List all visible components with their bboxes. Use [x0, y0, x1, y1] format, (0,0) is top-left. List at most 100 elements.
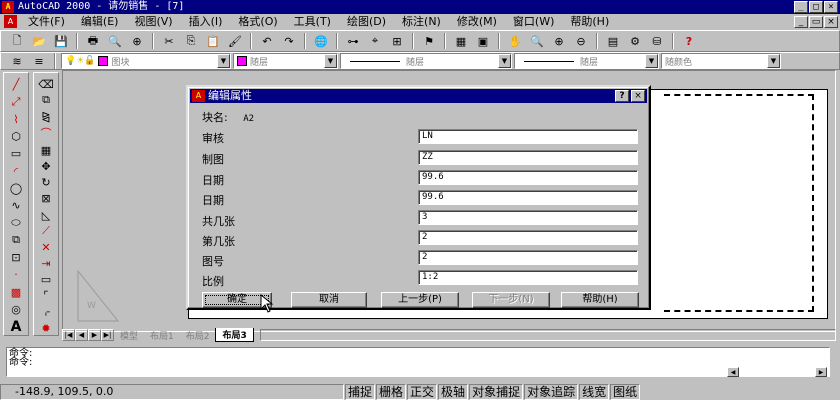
- mirror-icon[interactable]: ⧎: [35, 109, 57, 123]
- zoom-window-icon[interactable]: ⊕: [549, 32, 569, 50]
- insert-hyperlink-icon[interactable]: ⊶: [343, 32, 363, 50]
- named-views-icon[interactable]: ⚑: [419, 32, 439, 50]
- open-icon[interactable]: 📂: [29, 32, 49, 50]
- plotstyle-dropdown-icon[interactable]: ▼: [767, 54, 780, 68]
- menu-modify[interactable]: 修改(M): [449, 14, 505, 30]
- menu-view[interactable]: 视图(V): [126, 14, 180, 30]
- new-icon[interactable]: 🗋: [7, 32, 27, 50]
- lengthen-icon[interactable]: ⟋: [35, 224, 57, 238]
- command-window[interactable]: 命令: 命令: ◀ ▶: [6, 347, 830, 377]
- stretch-icon[interactable]: ◺: [35, 208, 57, 222]
- polar-toggle[interactable]: 极轴: [438, 384, 469, 400]
- explode-icon[interactable]: ✹: [35, 321, 57, 335]
- layers-icon[interactable]: ≋: [7, 52, 27, 70]
- osnap-toggle[interactable]: 对象捕捉: [469, 384, 524, 400]
- maximize-button[interactable]: □: [809, 1, 823, 13]
- scale-icon[interactable]: ⊠: [35, 192, 57, 206]
- help-button[interactable]: 帮助(H): [561, 292, 639, 308]
- menu-insert[interactable]: 插入(I): [181, 14, 231, 30]
- array-icon[interactable]: ▦: [35, 143, 57, 157]
- linetype-dropdown-icon[interactable]: ▼: [498, 54, 511, 68]
- make-current-icon[interactable]: ≡: [29, 52, 49, 70]
- make-block-icon[interactable]: ⊡: [5, 250, 27, 265]
- attr-input-3[interactable]: 99.6: [418, 170, 638, 185]
- layer-dropdown-icon[interactable]: ▼: [217, 54, 230, 68]
- doc-restore-button[interactable]: ▭: [809, 16, 823, 28]
- viewports-icon[interactable]: ▣: [473, 32, 493, 50]
- rectangle-icon[interactable]: ▭: [5, 146, 27, 161]
- doc-minimize-button[interactable]: _: [794, 16, 808, 28]
- command-scrollbar[interactable]: ◀ ▶: [727, 367, 827, 377]
- hatch-icon[interactable]: ▩: [5, 284, 27, 299]
- 3d-views-icon[interactable]: ▦: [451, 32, 471, 50]
- dbconnect-icon[interactable]: ⛁: [647, 32, 667, 50]
- fillet-icon[interactable]: ⌌: [35, 305, 57, 319]
- rotate-icon[interactable]: ↻: [35, 176, 57, 190]
- zoom-previous-icon[interactable]: ⊖: [571, 32, 591, 50]
- web-icon[interactable]: 🌐: [311, 32, 331, 50]
- design-center-icon[interactable]: ⚙: [625, 32, 645, 50]
- pan-icon[interactable]: ✋: [505, 32, 525, 50]
- attr-input-2[interactable]: ZZ: [418, 150, 638, 165]
- tab-prev-icon[interactable]: ◀: [75, 329, 88, 341]
- dialog-close-button[interactable]: ×: [631, 90, 645, 102]
- menu-draw[interactable]: 绘图(D): [339, 14, 394, 30]
- linetype-combo[interactable]: 随层 ▼: [340, 53, 512, 69]
- tab-layout1[interactable]: 布局1: [144, 329, 180, 342]
- copy-object-icon[interactable]: ⧉: [35, 93, 57, 107]
- tab-layout2[interactable]: 布局2: [180, 329, 216, 342]
- layer-combo[interactable]: 💡☀🔓 图块 ▼: [61, 53, 231, 69]
- menu-file[interactable]: 文件(F): [20, 14, 73, 30]
- menu-tools[interactable]: 工具(T): [286, 14, 339, 30]
- document-icon[interactable]: A: [4, 15, 17, 28]
- construction-line-icon[interactable]: ⤢: [5, 94, 27, 109]
- otrack-toggle[interactable]: 对象追踪: [524, 384, 579, 400]
- line-icon[interactable]: ╱: [5, 77, 27, 92]
- minimize-button[interactable]: _: [794, 1, 808, 13]
- previous-button[interactable]: 上一步(P): [381, 292, 459, 308]
- dialog-help-button[interactable]: ?: [615, 90, 629, 102]
- offset-icon[interactable]: ⌒: [35, 125, 57, 141]
- save-icon[interactable]: 💾: [51, 32, 71, 50]
- break-icon[interactable]: ▭: [35, 273, 57, 287]
- print-preview-icon[interactable]: 🔍: [105, 32, 125, 50]
- doc-close-button[interactable]: ×: [824, 16, 838, 28]
- color-combo[interactable]: 随层 ▼: [233, 53, 338, 69]
- ortho-toggle[interactable]: 正交: [407, 384, 438, 400]
- snap-toggle[interactable]: 捕捉: [345, 384, 376, 400]
- attr-input-4[interactable]: 99.6: [418, 190, 638, 205]
- cancel-button[interactable]: 取消: [291, 292, 367, 308]
- menu-dimension[interactable]: 标注(N): [394, 14, 449, 30]
- insert-block-icon[interactable]: ⧉: [5, 233, 27, 248]
- lineweight-combo[interactable]: 随层 ▼: [514, 53, 659, 69]
- tab-layout3[interactable]: 布局3: [215, 328, 254, 342]
- print-icon[interactable]: 🖶: [83, 32, 103, 50]
- attr-input-8[interactable]: 1:2: [418, 270, 638, 285]
- multiline-text-icon[interactable]: A: [5, 319, 27, 335]
- tab-model[interactable]: 模型: [114, 329, 144, 342]
- lineweight-toggle[interactable]: 线宽: [579, 384, 610, 400]
- next-button[interactable]: 下一步(N): [472, 292, 550, 308]
- polyline-icon[interactable]: ⌇: [5, 112, 27, 127]
- trim-icon[interactable]: ✕: [35, 240, 57, 254]
- undo-icon[interactable]: ↶: [257, 32, 277, 50]
- scroll-left-icon[interactable]: ◀: [727, 367, 739, 377]
- zoom-realtime-icon[interactable]: 🔍: [527, 32, 547, 50]
- chamfer-icon[interactable]: ⌜: [35, 289, 57, 303]
- menu-help[interactable]: 帮助(H): [562, 14, 617, 30]
- tab-next-icon[interactable]: ▶: [88, 329, 101, 341]
- tab-last-icon[interactable]: ▶|: [101, 329, 114, 341]
- ellipse-icon[interactable]: ⬭: [5, 215, 27, 230]
- tab-first-icon[interactable]: |◀: [62, 329, 75, 341]
- menu-edit[interactable]: 编辑(E): [73, 14, 127, 30]
- menu-window[interactable]: 窗口(W): [505, 14, 562, 30]
- redo-icon[interactable]: ↷: [279, 32, 299, 50]
- erase-icon[interactable]: ⌫: [35, 77, 57, 91]
- help-icon[interactable]: ?: [679, 32, 699, 50]
- object-snap-icon[interactable]: ⌖: [365, 32, 385, 50]
- paste-icon[interactable]: 📋: [203, 32, 223, 50]
- lineweight-dropdown-icon[interactable]: ▼: [645, 54, 658, 68]
- plotstyle-combo[interactable]: 随颜色 ▼: [661, 53, 781, 69]
- region-icon[interactable]: ◎: [5, 302, 27, 317]
- polygon-icon[interactable]: ⬡: [5, 129, 27, 144]
